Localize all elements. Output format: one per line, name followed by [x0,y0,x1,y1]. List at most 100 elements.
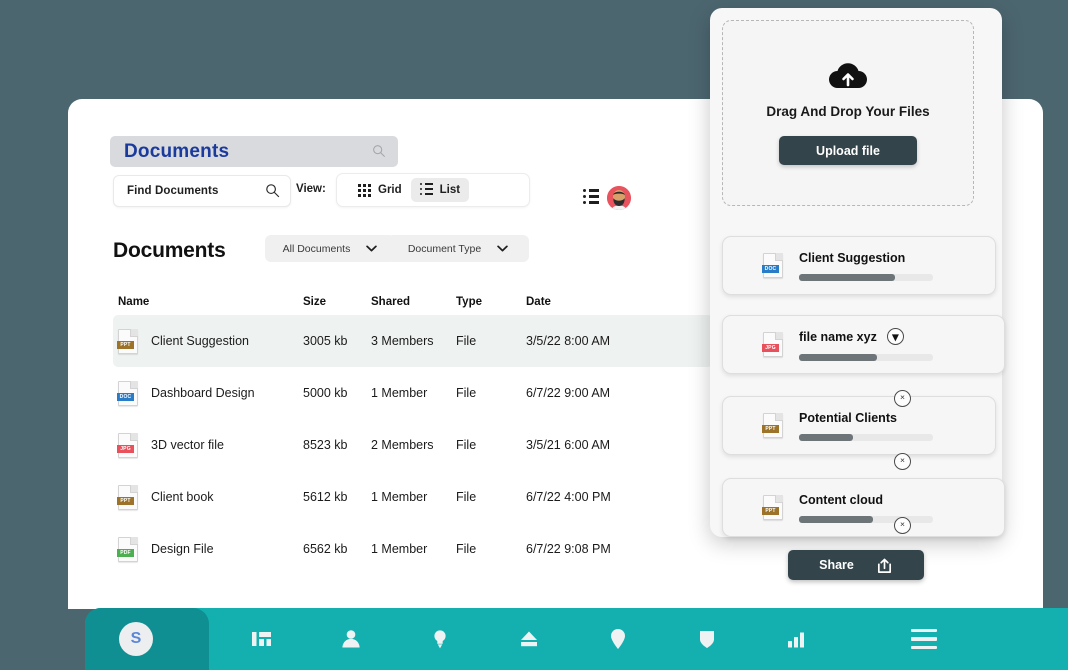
avatar[interactable] [607,186,631,210]
cloud-upload-icon [829,63,867,88]
cell-shared: 1 Member [371,490,428,504]
close-icon[interactable]: × [894,453,911,470]
page-title-search[interactable]: Documents [110,136,398,167]
upload-queue-item[interactable]: JPG file name xyz ▾ [722,315,1005,374]
filter-document-type-label: Document Type [407,242,482,255]
cell-size: 8523 kb [303,438,348,452]
share-button[interactable]: Share [788,550,924,580]
cell-name: PPT Client Suggestion [113,328,303,354]
cell-name: PDF Design File [113,536,303,562]
search-input[interactable]: Find Documents [113,175,291,207]
cell-name: DOC Dashboard Design [113,380,303,406]
cell-type: File [456,386,477,400]
grid-icon [358,183,371,197]
column-header-date: Date [526,296,551,308]
table-row[interactable]: PDF Design File 6562 kb 1 Member File 6/7/22 … [113,523,713,575]
upload-item-name-row: file name xyz ▾ [799,328,933,345]
app-logo-letter: S [130,630,142,647]
nav-users[interactable] [306,608,395,670]
user-icon [341,630,360,648]
cell-shared: 2 Members [371,438,434,452]
cell-type: File [456,334,477,348]
upload-item-name: Client Suggestion [799,250,906,265]
file-name: Client Suggestion [151,334,249,348]
search-icon [266,184,280,198]
list-icon [419,182,433,198]
file-icon-doc: DOC [762,253,783,278]
progress-bar [799,433,933,441]
upload-item-body: Client Suggestion [799,251,933,281]
file-icon-ppt: PPT [117,328,138,354]
filter-all-documents[interactable]: All Documents [265,235,395,262]
progress-bar [799,515,933,523]
progress-bar [799,273,933,281]
file-icon-ppt: PPT [117,484,138,510]
file-icon-jpg: JPG [762,332,783,357]
upload-item-name: Content cloud [799,492,884,507]
hamburger-menu-icon [911,629,937,649]
file-name: Design File [151,542,214,556]
table-row[interactable]: JPG 3D vector file 8523 kb 2 Members File 3/5… [113,419,713,471]
dropdown-toggle-icon[interactable]: ▾ [886,328,904,345]
table-row[interactable]: PPT Client book 5612 kb 1 Member File 6/7/22 … [113,471,713,523]
search-input-value: Find Documents [127,185,219,197]
dropzone[interactable]: Drag And Drop Your Files Upload file [722,20,974,206]
file-icon-doc: DOC [117,380,138,406]
file-name: 3D vector file [151,438,224,452]
upload-file-button[interactable]: Upload file [779,136,917,165]
cell-date: 6/7/22 9:00 AM [526,386,611,400]
dashboard-icon [251,632,271,646]
column-header-name: Name [118,296,150,308]
close-icon[interactable]: × [894,390,911,407]
column-header-shared: Shared [371,296,410,308]
upload-item-name-row: Client Suggestion [799,251,933,265]
upload-queue-item[interactable]: DOC Client Suggestion [722,236,996,295]
view-list-button[interactable]: List [410,178,470,202]
upload-panel: Drag And Drop Your Files Upload file DOC… [710,8,1005,537]
upload-file-label: Upload file [816,143,880,158]
cell-size: 5000 kb [303,386,348,400]
header-right-controls [583,186,631,210]
filter-all-documents-label: All Documents [282,242,351,255]
table-row[interactable]: PPT Client Suggestion 3005 kb 3 Members File… [113,315,713,367]
nav-location[interactable] [573,608,662,670]
cell-size: 3005 kb [303,334,348,348]
share-label: Share [819,558,854,572]
nav-icon-list [217,608,840,670]
file-name: Client book [151,490,214,504]
app-logo[interactable]: S [119,622,153,656]
file-icon-ppt: PPT [762,413,783,438]
nav-ideas[interactable] [395,608,484,670]
view-label: View: [296,183,326,195]
cell-shared: 1 Member [371,386,428,400]
upload-item-body: file name xyz ▾ [799,328,933,361]
upload-item-name-row: Potential Clients [799,411,933,425]
table-row[interactable]: DOC Dashboard Design 5000 kb 1 Member File 6/… [113,367,713,419]
cell-type: File [456,438,477,452]
view-grid-button[interactable]: Grid [349,178,411,202]
list-icon[interactable] [583,189,599,207]
nav-analytics[interactable] [751,608,840,670]
progress-bar [799,354,933,361]
close-icon[interactable]: × [894,517,911,534]
nav-upload[interactable] [484,608,573,670]
cell-date: 3/5/21 6:00 AM [526,438,611,452]
menu-button[interactable] [911,608,937,670]
file-icon-pdf: PDF [117,536,138,562]
upload-queue-item[interactable]: PPT Content cloud [722,478,1005,537]
filter-document-type[interactable]: Document Type [387,235,529,262]
file-icon-ppt: PPT [762,495,783,520]
cell-type: File [456,490,477,504]
nav-security[interactable] [662,608,751,670]
share-icon [877,558,891,573]
cell-size: 6562 kb [303,542,348,556]
column-header-size: Size [303,296,327,308]
cell-size: 5612 kb [303,490,348,504]
nav-dashboard[interactable] [217,608,306,670]
upload-item-name-row: Content cloud [799,493,933,507]
view-toggle: Grid List [336,173,530,207]
shield-icon [699,631,714,648]
upload-queue-item[interactable]: PPT Potential Clients [722,396,996,455]
section-title: Documents [113,239,226,262]
documents-table: Name Size Shared Type Date PPT Client Sug… [113,289,713,575]
